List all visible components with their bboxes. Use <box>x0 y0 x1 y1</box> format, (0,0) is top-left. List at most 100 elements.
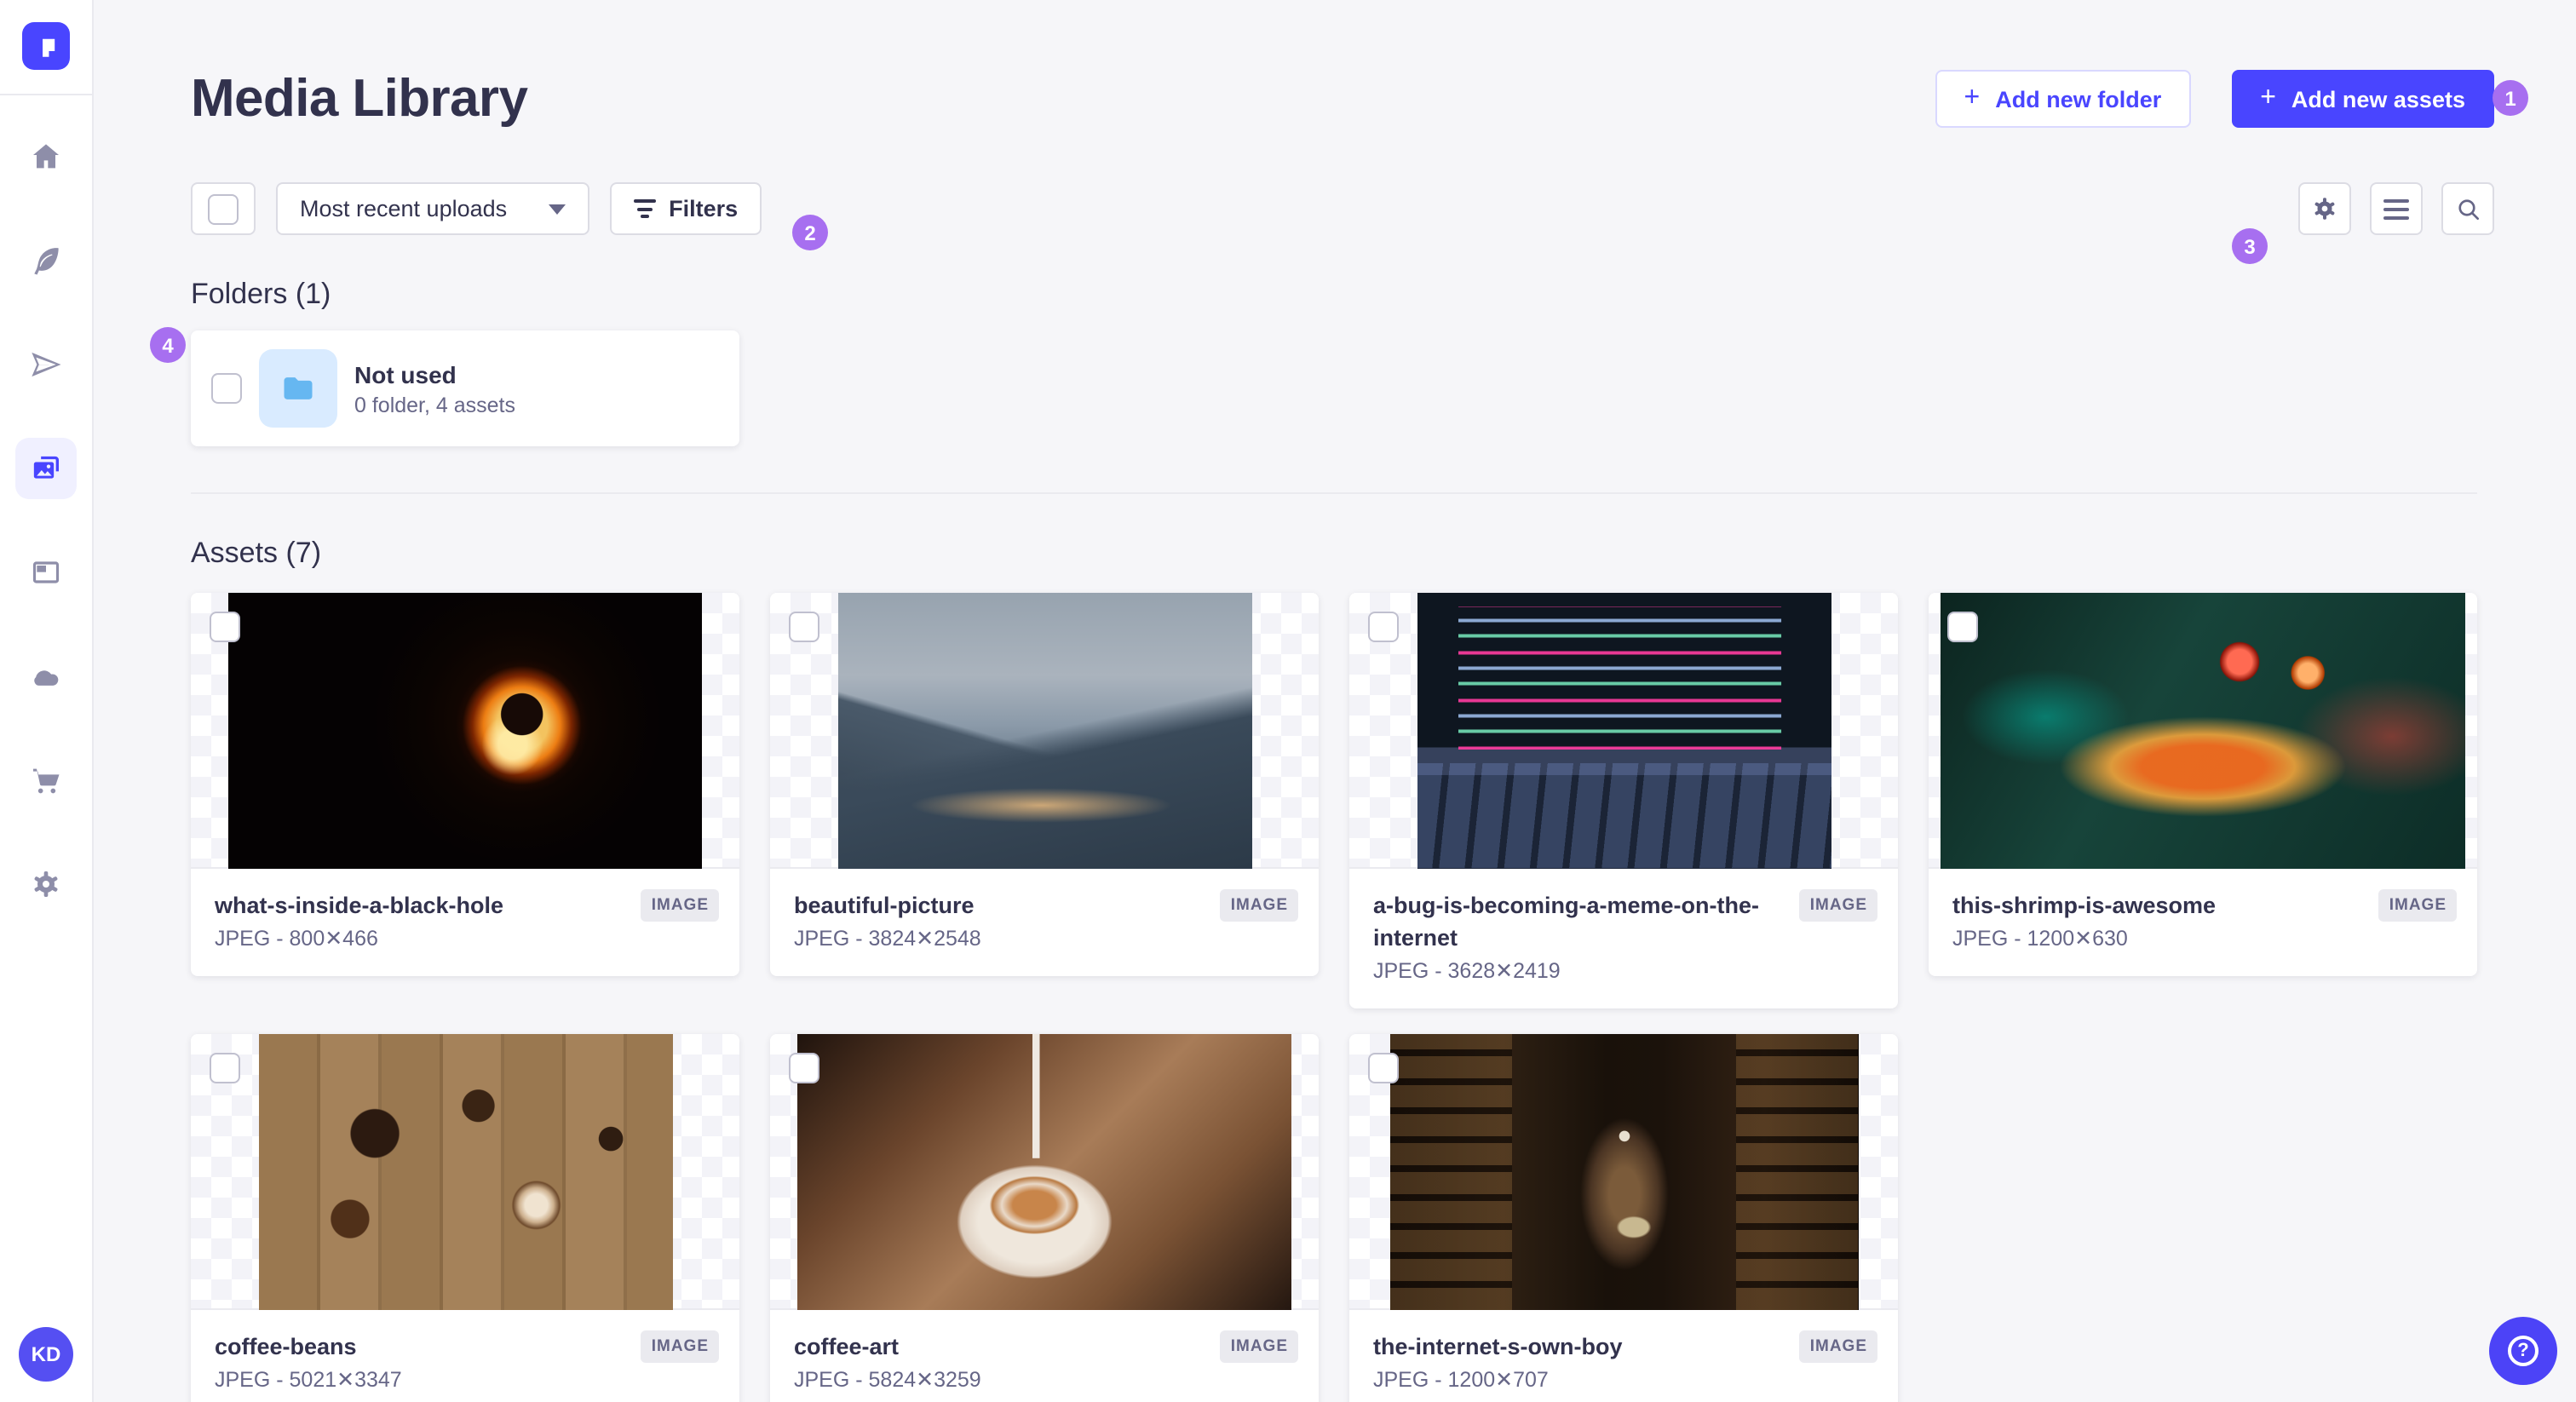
asset-meta: JPEG - 1200✕630 <box>1952 927 2128 951</box>
view-settings-button[interactable] <box>2298 182 2351 235</box>
coffee-beans-image <box>258 1034 672 1309</box>
asset-thumbnail[interactable] <box>770 593 1319 869</box>
asset-card[interactable]: coffee-beans JPEG - 5021✕3347 IMAGE <box>191 1034 739 1402</box>
asset-checkbox[interactable] <box>1368 612 1399 642</box>
asset-text: what-s-inside-a-black-hole JPEG - 800✕46… <box>215 889 503 954</box>
strapi-logo-icon[interactable] <box>22 22 70 70</box>
asset-checkbox[interactable] <box>1368 1053 1399 1083</box>
asset-name: coffee-art <box>794 1334 900 1359</box>
select-all-checkbox[interactable] <box>208 193 239 224</box>
home-icon <box>33 144 59 169</box>
asset-type-badge: IMAGE <box>2378 889 2457 922</box>
sidebar-item-media-library[interactable] <box>15 438 77 499</box>
sidebar-item-cloud[interactable] <box>15 646 77 707</box>
gear-icon <box>2314 198 2335 220</box>
asset-thumbnail[interactable] <box>1929 593 2477 869</box>
asset-card[interactable]: the-internet-s-own-boy JPEG - 1200✕707 I… <box>1349 1034 1898 1402</box>
tour-badge-2[interactable]: 2 <box>792 215 828 250</box>
tour-badge-1[interactable]: 1 <box>2493 80 2528 116</box>
asset-checkbox[interactable] <box>789 612 819 642</box>
toolbar-right <box>2298 182 2494 235</box>
gear-icon <box>34 871 58 897</box>
asset-type-badge: IMAGE <box>1220 1330 1298 1363</box>
toolbar: Most recent uploads Filters <box>191 182 2571 235</box>
tour-badge-3[interactable]: 3 <box>2232 228 2268 264</box>
asset-checkbox[interactable] <box>210 612 240 642</box>
asset-card[interactable]: beautiful-picture JPEG - 3824✕2548 IMAGE <box>770 593 1319 976</box>
media-library-page: KD Media Library + Add new folder + Add … <box>0 0 2576 1402</box>
sidebar-item-settings[interactable] <box>15 853 77 915</box>
asset-checkbox[interactable] <box>210 1053 240 1083</box>
asset-text: the-internet-s-own-boy JPEG - 1200✕707 <box>1373 1330 1623 1395</box>
sidebar-footer: KD <box>19 1327 73 1382</box>
asset-meta: JPEG - 3824✕2548 <box>794 927 981 951</box>
avatar[interactable]: KD <box>19 1327 73 1382</box>
asset-thumbnail[interactable] <box>191 593 739 869</box>
sidebar-item-marketplace[interactable] <box>15 750 77 811</box>
man-in-library-image <box>1389 1034 1858 1309</box>
folder-checkbox[interactable] <box>211 373 242 404</box>
asset-card[interactable]: a-bug-is-becoming-a-meme-on-the-internet… <box>1349 593 1898 1008</box>
sidebar-item-content-manager[interactable] <box>15 542 77 603</box>
asset-name: coffee-beans <box>215 1334 357 1359</box>
add-new-assets-button[interactable]: + Add new assets <box>2231 70 2494 128</box>
asset-checkbox[interactable] <box>1947 612 1978 642</box>
sidebar-item-home[interactable] <box>15 126 77 187</box>
asset-text: this-shrimp-is-awesome JPEG - 1200✕630 <box>1952 889 2216 954</box>
folder-card[interactable]: Not used 0 folder, 4 assets <box>191 330 739 446</box>
sort-dropdown-value: Most recent uploads <box>300 196 508 221</box>
tour-badge-4[interactable]: 4 <box>150 327 186 363</box>
asset-thumbnail[interactable] <box>191 1034 739 1310</box>
main-content: Media Library + Add new folder + Add new… <box>94 0 2576 1402</box>
sidebar: KD <box>0 0 94 1402</box>
asset-meta: JPEG - 3628✕2419 <box>1373 959 1561 983</box>
filter-icon <box>633 199 656 218</box>
question-mark-icon: ? <box>2508 1336 2539 1366</box>
add-new-folder-label: Add new folder <box>1995 86 2162 112</box>
asset-meta: JPEG - 1200✕707 <box>1373 1368 1549 1392</box>
sort-dropdown[interactable]: Most recent uploads <box>276 182 589 235</box>
add-new-folder-button[interactable]: + Add new folder <box>1935 70 2191 128</box>
asset-card[interactable]: what-s-inside-a-black-hole JPEG - 800✕46… <box>191 593 739 976</box>
filters-button[interactable]: Filters <box>609 182 762 235</box>
header-actions: + Add new folder + Add new assets <box>1935 70 2494 128</box>
search-button[interactable] <box>2441 182 2494 235</box>
asset-meta: JPEG - 800✕466 <box>215 927 378 951</box>
asset-type-badge: IMAGE <box>641 889 719 922</box>
folder-tile <box>259 349 337 428</box>
asset-text: coffee-beans JPEG - 5021✕3347 <box>215 1330 402 1395</box>
folders-heading: Folders (1) <box>191 278 331 310</box>
list-view-button[interactable] <box>2370 182 2423 235</box>
sidebar-item-content[interactable] <box>15 230 77 291</box>
toolbar-left: Most recent uploads Filters <box>191 182 762 235</box>
asset-name: a-bug-is-becoming-a-meme-on-the-internet <box>1373 893 1760 951</box>
asset-checkbox[interactable] <box>789 1053 819 1083</box>
laptop-code-image <box>1417 593 1831 868</box>
sidebar-item-release[interactable] <box>15 334 77 395</box>
asset-name: the-internet-s-own-boy <box>1373 1334 1623 1359</box>
asset-thumbnail[interactable] <box>1349 1034 1898 1310</box>
asset-info: what-s-inside-a-black-hole JPEG - 800✕46… <box>191 869 739 976</box>
asset-card[interactable]: coffee-art JPEG - 5824✕3259 IMAGE <box>770 1034 1319 1402</box>
asset-meta: JPEG - 5824✕3259 <box>794 1368 981 1392</box>
paper-plane-icon <box>32 352 61 377</box>
sidebar-nav <box>0 126 92 915</box>
asset-name: this-shrimp-is-awesome <box>1952 893 2217 918</box>
page-title: Media Library <box>191 68 528 128</box>
asset-text: a-bug-is-becoming-a-meme-on-the-internet… <box>1373 889 1786 986</box>
help-button[interactable]: ? <box>2489 1317 2557 1385</box>
assets-grid: what-s-inside-a-black-hole JPEG - 800✕46… <box>191 593 2477 1402</box>
mantis-shrimp-image <box>1941 593 2465 868</box>
select-all-button[interactable] <box>191 182 256 235</box>
asset-type-badge: IMAGE <box>641 1330 719 1363</box>
cart-icon <box>33 768 60 794</box>
asset-thumbnail[interactable] <box>1349 593 1898 869</box>
asset-type-badge: IMAGE <box>1220 889 1298 922</box>
layout-icon <box>32 561 60 583</box>
asset-info: coffee-art JPEG - 5824✕3259 IMAGE <box>770 1310 1319 1402</box>
section-divider <box>191 492 2477 494</box>
asset-card[interactable]: this-shrimp-is-awesome JPEG - 1200✕630 I… <box>1929 593 2477 976</box>
asset-thumbnail[interactable] <box>770 1034 1319 1310</box>
folder-icon <box>284 377 313 399</box>
asset-info: coffee-beans JPEG - 5021✕3347 IMAGE <box>191 1310 739 1402</box>
